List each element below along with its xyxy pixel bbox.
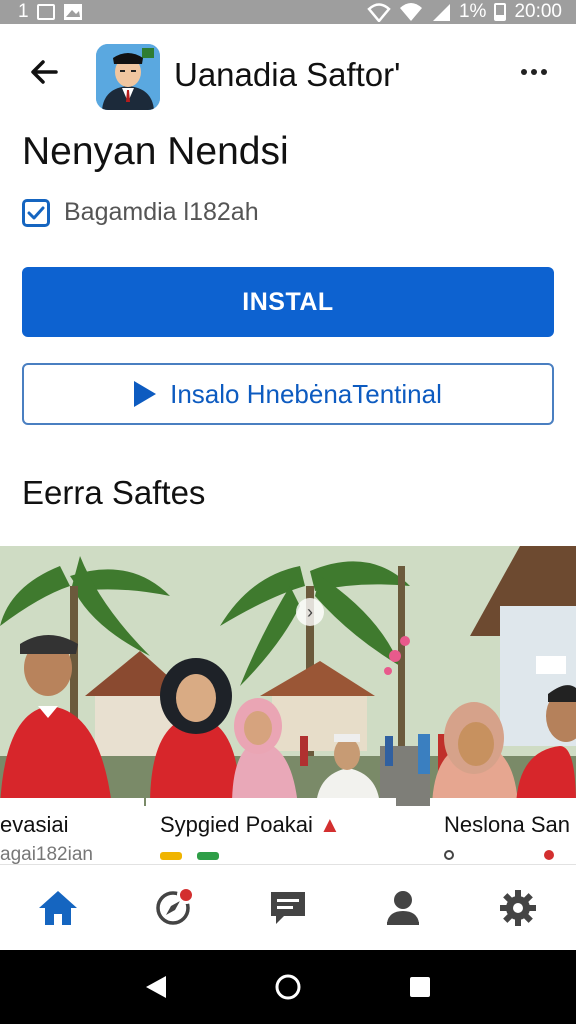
trailer-button[interactable]: Insalo HnebėnaTentinal <box>22 363 554 425</box>
notification-badge <box>176 885 195 904</box>
gallery-card[interactable]: Sypgied Poakai ▲ <box>146 798 396 864</box>
image-notification-icon <box>63 4 82 20</box>
section-title: Eerra Saftes <box>22 474 206 511</box>
bottom-navigation <box>0 864 576 950</box>
cell-signal-icon <box>432 4 450 21</box>
system-home-button[interactable] <box>268 967 308 1007</box>
system-navigation-bar <box>0 950 576 1024</box>
back-triangle-icon <box>146 976 166 998</box>
status-bar: 1 1% 20:00 <box>0 0 576 24</box>
gallery-card[interactable]: Neslona San <box>430 798 576 864</box>
gallery-card-sub: agai182ian <box>0 844 93 864</box>
gallery-card[interactable]: evasiai agai182ian <box>0 798 144 864</box>
screenshot-gallery[interactable]: › evasiai agai182ian Sypgied Poakai ▲ Ne… <box>0 546 576 864</box>
battery-icon <box>494 3 507 21</box>
wifi-icon <box>367 3 391 22</box>
gallery-scene-image <box>0 546 576 806</box>
more-options-button[interactable] <box>516 54 552 90</box>
avatar-illustration <box>96 44 160 110</box>
signal-wifi-full-icon <box>399 3 422 21</box>
system-recents-button[interactable] <box>400 967 440 1007</box>
person-icon <box>387 890 420 925</box>
verified-text: Bagamdia l182ah <box>64 198 259 226</box>
gallery-card-sub <box>444 844 576 864</box>
settings-icon <box>500 889 537 926</box>
notification-icon <box>36 4 55 20</box>
gallery-card-name: evasiai <box>0 812 69 837</box>
status-number: 1 <box>18 1 29 22</box>
check-icon <box>22 198 50 227</box>
nav-profile[interactable] <box>373 878 433 938</box>
gallery-card-name: Neslona San <box>444 812 570 837</box>
nav-settings[interactable] <box>488 878 548 938</box>
app-name: Uanadia Saftor' <box>174 56 401 93</box>
status-left: 1 <box>18 1 83 23</box>
battery-percent: 1% <box>458 1 487 22</box>
status-right: 1% 20:00 <box>367 1 562 23</box>
recents-square-icon <box>410 977 430 997</box>
more-vert-icon <box>521 69 527 75</box>
page-title: Nenyan Nendsi <box>22 130 289 173</box>
clock: 20:00 <box>514 1 562 22</box>
nav-explore[interactable] <box>143 878 203 938</box>
verified-row: Bagamdia l182ah <box>22 198 259 227</box>
gallery-next-button[interactable]: › <box>296 598 324 626</box>
trailer-label: Insalo HnebėnaTentinal <box>170 378 442 409</box>
gallery-card-name: Sypgied Poakai ▲ <box>160 812 341 837</box>
nav-home[interactable] <box>28 878 88 938</box>
app-header: Uanadia Saftor' <box>0 24 576 128</box>
arrow-back-icon <box>31 60 58 84</box>
nav-chat[interactable] <box>258 878 318 938</box>
home-circle-icon <box>275 974 301 1000</box>
gallery-card-rating <box>160 844 396 864</box>
chat-icon <box>270 891 305 924</box>
badge-icon: ▲ <box>319 812 341 837</box>
play-icon <box>134 381 157 407</box>
app-icon <box>96 44 160 110</box>
install-button[interactable]: INSTAL <box>22 267 554 337</box>
back-button[interactable] <box>24 52 64 92</box>
home-icon <box>38 890 77 925</box>
system-back-button[interactable] <box>136 967 176 1007</box>
